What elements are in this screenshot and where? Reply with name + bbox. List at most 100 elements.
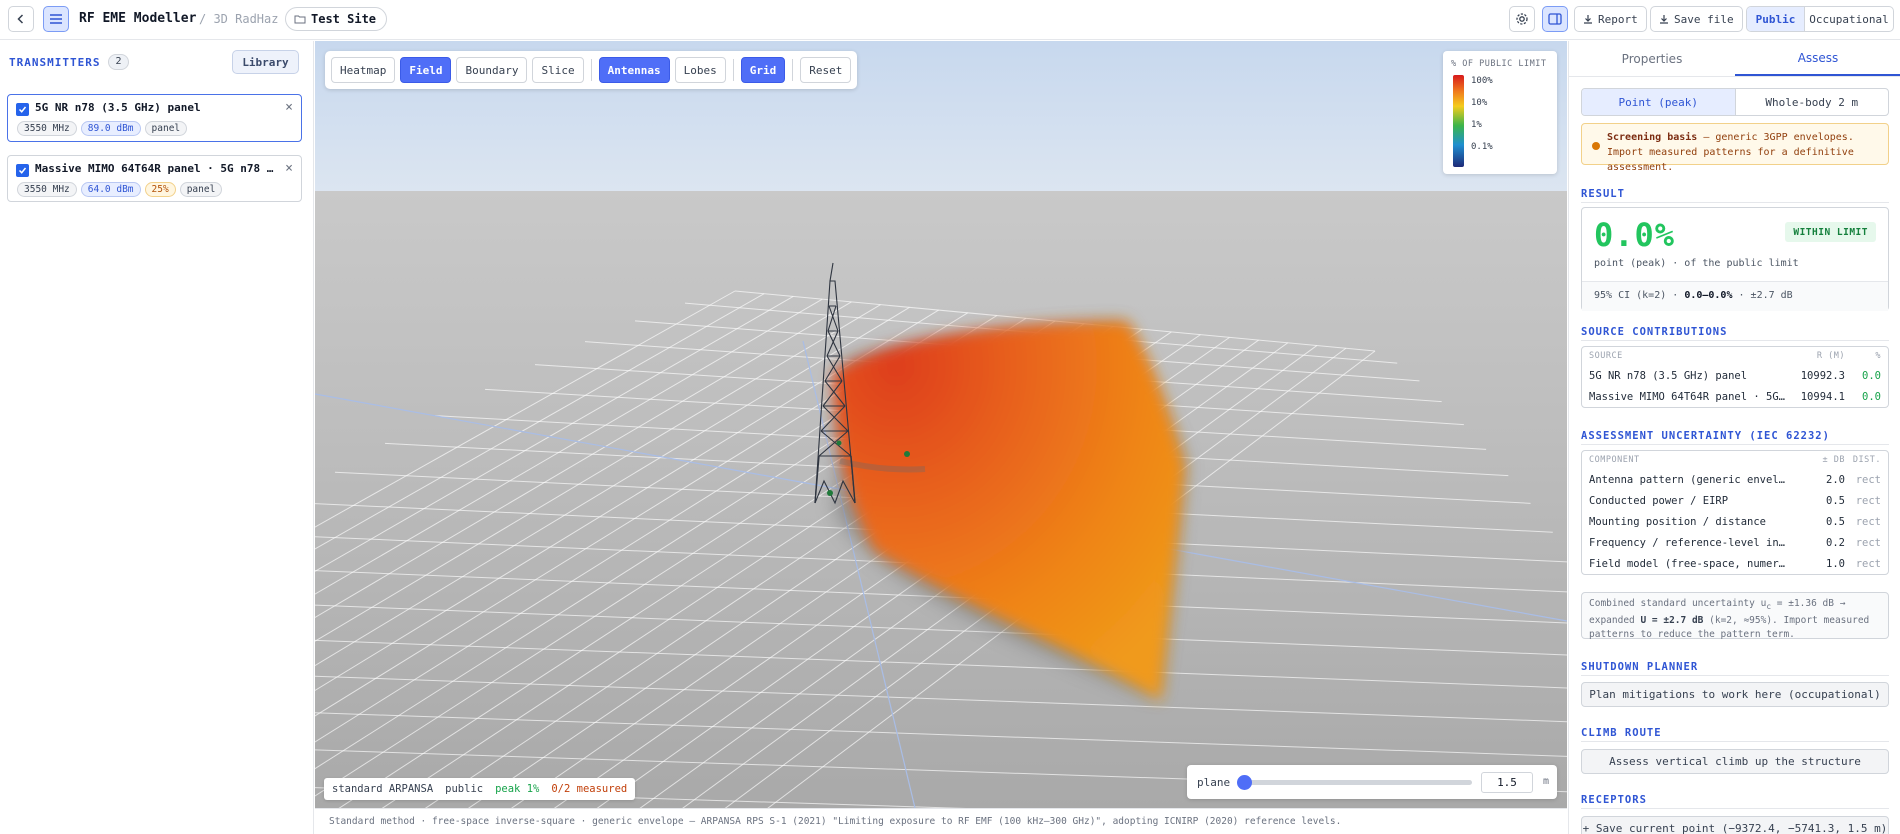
status-bar: standard ARPANSA public peak 1% 0/2 meas…	[324, 778, 636, 800]
climb-section-title: CLIMB ROUTE	[1581, 727, 1662, 739]
uncertainty-db: 0.2	[1826, 536, 1845, 549]
tab-assess[interactable]: Assess	[1735, 41, 1900, 76]
uncertainty-component: Conducted power / EIRP	[1589, 494, 1729, 507]
plan-mitigations-button[interactable]: Plan mitigations to work here (occupatio…	[1581, 682, 1889, 707]
transmitters-header: TRANSMITTERS 2	[9, 54, 129, 70]
tab-properties[interactable]: Properties	[1569, 41, 1735, 76]
report-button[interactable]: Report	[1574, 6, 1647, 32]
source-distance: 10994.1	[1800, 390, 1845, 403]
remove-transmitter-button[interactable]: ×	[285, 161, 293, 176]
method-footnote: Standard method · free-space inverse-squ…	[315, 808, 1567, 834]
tool-slice[interactable]: Slice	[532, 57, 584, 83]
column-header: SOURCE	[1589, 351, 1623, 361]
table-header: SOURCE R (M) %	[1582, 347, 1888, 365]
save-file-button[interactable]: Save file	[1650, 6, 1743, 32]
settings-button[interactable]	[1509, 6, 1535, 32]
uncertainty-table: COMPONENT ± DB DIST. Antenna pattern (ge…	[1581, 450, 1889, 575]
contributions-table: SOURCE R (M) % 5G NR n78 (3.5 GHz) panel…	[1581, 346, 1889, 408]
screening-basis-notice: Screening basis — generic 3GPP envelopes…	[1581, 123, 1889, 173]
plane-height-input[interactable]	[1481, 772, 1533, 793]
close-icon: ×	[285, 161, 293, 176]
site-selector[interactable]: Test Site	[285, 7, 388, 31]
table-header: COMPONENT ± DB DIST.	[1582, 451, 1888, 469]
menu-button[interactable]	[43, 6, 69, 32]
plane-control: plane m	[1187, 765, 1557, 799]
legend-tick: 0.1%	[1471, 142, 1493, 152]
ci-range: 0.0–0.0%	[1684, 290, 1733, 301]
uncertainty-db: 0.5	[1826, 515, 1845, 528]
limit-mode-public[interactable]: Public	[1747, 7, 1805, 31]
tool-antennas[interactable]: Antennas	[598, 57, 670, 83]
mode-point-peak[interactable]: Point (peak)	[1582, 89, 1736, 115]
site-name: Test Site	[311, 12, 377, 26]
tool-boundary[interactable]: Boundary	[456, 57, 528, 83]
source-distance: 10992.3	[1800, 369, 1845, 382]
scene-canvas[interactable]	[315, 41, 1567, 808]
column-header: ± DB	[1822, 455, 1845, 465]
download-icon	[1660, 15, 1668, 24]
3d-viewport[interactable]: Heatmap Field Boundary Slice Antennas Lo…	[315, 41, 1567, 808]
uncertainty-db: 2.0	[1826, 473, 1845, 486]
table-row: Field model (free-space, numerical) 1.0 …	[1582, 553, 1888, 574]
section-divider	[1581, 340, 1889, 341]
transmitter-name: 5G NR n78 (3.5 GHz) panel	[35, 101, 201, 114]
uncertainty-component: Mounting position / distance	[1589, 515, 1767, 528]
toolbar-divider	[732, 59, 734, 81]
screening-basis-title: Screening basis	[1607, 132, 1698, 143]
table-row: Conducted power / EIRP 0.5 rect	[1582, 490, 1888, 511]
menu-icon	[50, 14, 62, 24]
result-subtitle: point (peak) · of the public limit	[1594, 258, 1799, 269]
status-peak: peak 1%	[495, 783, 540, 795]
save-receptor-button[interactable]: + Save current point (−9372.4, −5741.3, …	[1581, 816, 1889, 834]
uncertainty-distribution: rect	[1855, 473, 1881, 486]
tool-grid[interactable]: Grid	[740, 57, 786, 83]
tool-field[interactable]: Field	[400, 57, 452, 83]
save-file-label: Save file	[1674, 12, 1734, 26]
uncertainty-component: Field model (free-space, numerical)	[1589, 557, 1789, 570]
status-standard: standard ARPANSA	[332, 783, 434, 795]
section-divider	[1581, 444, 1889, 445]
limit-mode-occupational[interactable]: Occupational	[1805, 7, 1893, 31]
report-label: Report	[1598, 12, 1638, 26]
status-measured: 0/2 measured	[551, 783, 628, 795]
transmitter-card[interactable]: Massive MIMO 64T64R panel · 5G n78 3.5… …	[7, 155, 302, 202]
frequency-chip: 3550 MHz	[17, 182, 77, 197]
transmitters-title: TRANSMITTERS	[9, 55, 101, 69]
back-button[interactable]	[8, 6, 34, 32]
assess-climb-button[interactable]: Assess vertical climb up the structure	[1581, 749, 1889, 774]
type-chip: panel	[179, 182, 223, 197]
tool-lobes[interactable]: Lobes	[674, 57, 726, 83]
view-toolbar: Heatmap Field Boundary Slice Antennas Lo…	[325, 51, 858, 89]
field-legend: % OF PUBLIC LIMIT 100% 10% 1% 0.1%	[1443, 51, 1557, 174]
library-button[interactable]: Library	[232, 50, 299, 74]
result-card: 0.0% WITHIN LIMIT point (peak) · of the …	[1581, 207, 1889, 311]
app-subtitle: / 3D RadHaz	[199, 12, 279, 26]
shutdown-section-title: SHUTDOWN PLANNER	[1581, 661, 1699, 673]
panel-toggle-button[interactable]	[1542, 6, 1568, 32]
source-name: Massive MIMO 64T64R panel · 5G n78…	[1589, 390, 1789, 403]
transmitter-card[interactable]: 5G NR n78 (3.5 GHz) panel × 3550 MHz 89.…	[7, 94, 302, 142]
section-divider	[1581, 675, 1889, 676]
warning-dot-icon	[1592, 142, 1600, 150]
uncertainty-distribution: rect	[1855, 536, 1881, 549]
note-text: Combined standard uncertainty u	[1589, 598, 1767, 609]
uncertainty-note: Combined standard uncertainty uc = ±1.36…	[1581, 592, 1889, 640]
plane-slider-handle[interactable]	[1237, 775, 1252, 790]
screening-basis-text: Screening basis — generic 3GPP envelopes…	[1607, 130, 1882, 175]
transmitter-checkbox[interactable]	[16, 164, 29, 177]
remove-transmitter-button[interactable]: ×	[285, 100, 293, 115]
result-value: 0.0%	[1594, 216, 1676, 254]
tool-heatmap[interactable]: Heatmap	[331, 57, 396, 83]
contributions-section-title: SOURCE CONTRIBUTIONS	[1581, 326, 1728, 338]
transmitter-checkbox[interactable]	[16, 103, 29, 116]
mode-whole-body[interactable]: Whole-body 2 m	[1736, 89, 1889, 115]
tool-reset[interactable]: Reset	[800, 57, 852, 83]
column-header: DIST.	[1852, 455, 1881, 465]
legend-tick: 1%	[1471, 120, 1482, 130]
uncertainty-db: 0.5	[1826, 494, 1845, 507]
uncertainty-distribution: rect	[1855, 557, 1881, 570]
receptors-section-title: RECEPTORS	[1581, 794, 1647, 806]
legend-title: % OF PUBLIC LIMIT	[1451, 59, 1547, 69]
status-mode: public	[445, 783, 484, 795]
plane-slider-track[interactable]	[1242, 780, 1472, 785]
